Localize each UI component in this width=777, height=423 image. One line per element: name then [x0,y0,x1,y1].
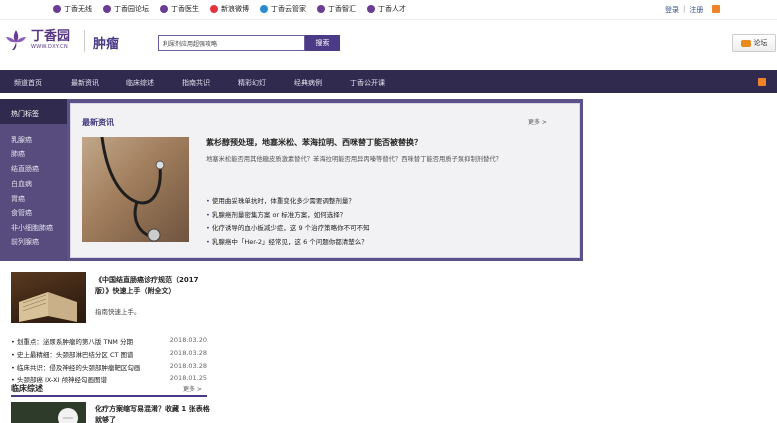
header-divider [84,30,85,52]
latest-news-more-link[interactable]: 更多 > [528,117,547,126]
clinical-image[interactable] [11,402,86,423]
forum-icon [103,5,111,13]
chat-bubble-icon [740,39,751,47]
clinical-item-title[interactable]: 化疗方案缩写易混淆？收藏 1 张表格就够了 [95,404,210,423]
top-link-smart[interactable]: 丁香智汇 [317,4,356,14]
nav-clinical[interactable]: 临床综述 [126,78,154,88]
featured-summary: 地塞米松能否用其他糖皮质激素替代？苯海拉明能否用异丙嗪等替代？西咪替丁能否用质子… [206,156,502,163]
nav-news[interactable]: 最新资讯 [71,78,99,88]
tag-colorectal-cancer[interactable]: 结直肠癌 [11,164,39,174]
feature-title[interactable]: 《中国结直肠癌诊疗规范（2017 版）》快速上手（附全文） [95,275,205,297]
register-link[interactable]: 注册 [689,5,703,15]
tag-gastric-cancer[interactable]: 胃癌 [11,194,25,204]
logo-url: WWW.DXY.CN [31,44,68,50]
latest-news-title: 最新资讯 [82,118,114,127]
main-nav [0,70,777,93]
tag-prostate-cancer[interactable]: 前列腺癌 [11,237,39,247]
list-item-title: 临床共识：侵及神经的头颈部肿瘤靶区勾画 [11,362,141,372]
list-item[interactable]: 史上最精细：头颈部淋巴结分区 CT 图谱 2018.03.28 [11,349,207,359]
top-link-forum[interactable]: 丁香园论坛 [103,4,149,14]
tag-lung-cancer[interactable]: 肺癌 [11,149,25,159]
rss-icon[interactable] [712,5,720,13]
phone-icon [53,5,61,13]
top-links: 丁香无线 丁香园论坛 丁香医生 新浪微博 丁香云管家 丁香智汇 丁香人才 [53,4,417,14]
featured-headline[interactable]: 紫杉醇预处理，地塞米松、苯海拉明、西咪替丁能否被替换？ [206,137,422,148]
clinical-review-title: 临床综述 [11,384,43,393]
auth-links: 登录 | 注册 [665,5,703,15]
site-logo[interactable]: 丁香园 WWW.DXY.CN [4,28,70,52]
book-image[interactable] [11,272,86,323]
clinical-divider [11,395,207,397]
list-item-title: 史上最精细：头颈部淋巴结分区 CT 图谱 [11,349,134,359]
nav-slides[interactable]: 精彩幻灯 [238,78,266,88]
rss-feed-icon[interactable] [758,78,766,86]
top-link-wireless[interactable]: 丁香无线 [53,4,92,14]
news-bullet-2[interactable]: 乳腺癌剂量密集方案 or 标准方案，如何选择？ [206,209,346,219]
top-link-talent[interactable]: 丁香人才 [367,4,406,14]
logo-title: 丁香园 [31,29,71,44]
nav-guidelines[interactable]: 指南共识 [182,78,210,88]
tag-nsclc[interactable]: 非小细胞肺癌 [11,223,53,233]
top-link-weibo[interactable]: 新浪微博 [210,4,249,14]
nav-open-course[interactable]: 丁香公开课 [350,78,385,88]
list-item-date: 2018.01.25 [169,374,207,382]
doctor-icon [160,5,168,13]
list-item-date: 2018.03.28 [169,349,207,357]
list-item-date: 2018.03.20 [169,336,207,344]
top-link-doctor[interactable]: 丁香医生 [160,4,199,14]
list-item[interactable]: 划重点：泌尿系肿瘤的第八版 TNM 分期 2018.03.20 [11,336,207,346]
weibo-icon [210,5,218,13]
pills-icon [11,402,86,423]
forum-button[interactable]: 论坛 [732,34,776,52]
login-link[interactable]: 登录 [665,5,679,15]
talent-icon [367,5,375,13]
news-bullet-1[interactable]: 使用曲妥珠单抗时，体重变化多少需要调整剂量？ [206,195,355,205]
stethoscope-image[interactable] [82,137,189,242]
forum-button-label: 论坛 [753,39,768,47]
list-item-title: 划重点：泌尿系肿瘤的第八版 TNM 分期 [11,336,133,346]
smart-icon [317,5,325,13]
cloud-icon [260,5,268,13]
nav-cases[interactable]: 经典病例 [294,78,322,88]
search-button[interactable]: 搜索 [305,35,340,51]
tag-breast-cancer[interactable]: 乳腺癌 [11,135,32,145]
tag-leukemia[interactable]: 白血病 [11,179,32,189]
list-item[interactable]: 临床共识：侵及神经的头颈部肿瘤靶区勾画 2018.03.28 [11,362,207,372]
tag-esophageal-cancer[interactable]: 食管癌 [11,208,32,218]
top-link-cloud[interactable]: 丁香云管家 [260,4,306,14]
clove-logo-icon [6,30,26,50]
auth-divider: | [683,5,686,13]
nav-home[interactable]: 频道首页 [14,78,42,88]
list-item-date: 2018.03.28 [169,362,207,370]
news-bullet-4[interactable]: 乳腺癌中「Her-2」经常见，这 6 个问题你都清楚么？ [206,236,368,246]
news-bullet-3[interactable]: 化疗诱导的血小板减少症，这 9 个治疗策略你不可不知 [206,222,370,232]
clinical-more-link[interactable]: 更多 > [183,384,202,393]
sidebar-heading: 热门标签 [11,110,39,118]
open-book-icon [19,292,77,322]
feature-description: 指南快速上手。 [95,308,141,316]
stethoscope-icon [100,137,165,242]
section-title: 肿瘤 [93,37,120,52]
search-input[interactable]: 利尿剂应用超强攻略 [158,35,305,51]
